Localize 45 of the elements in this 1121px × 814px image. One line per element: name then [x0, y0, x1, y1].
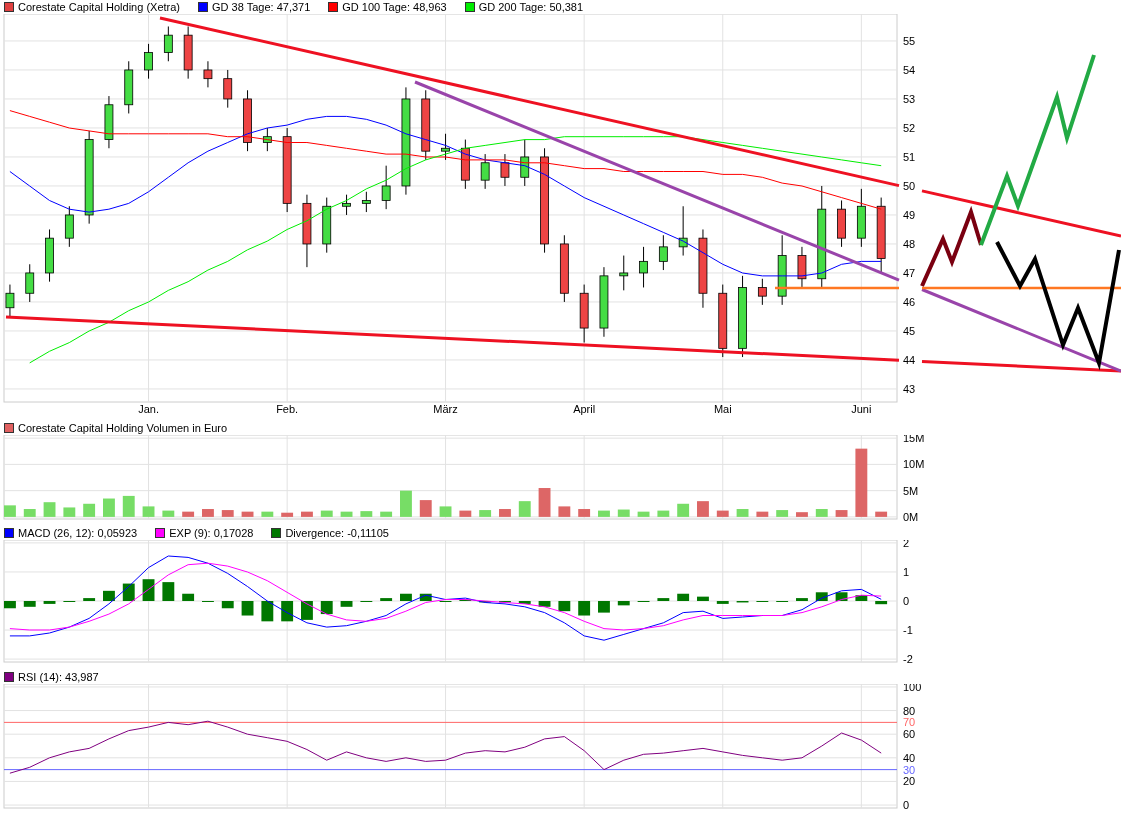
- axis-label: 43: [903, 382, 916, 395]
- axis-label: -2: [903, 653, 913, 666]
- legend-label: MACD (26, 12): 0,05923: [18, 527, 138, 539]
- axis-label: 0M: [903, 510, 919, 523]
- legend-label: GD 100 Tage: 48,963: [342, 1, 447, 13]
- axis-label: 80: [903, 704, 916, 717]
- legend-label: Corestate Capital Holding Volumen in Euro: [18, 422, 228, 434]
- axis-label: 1: [903, 565, 910, 578]
- threshold-label: 70: [903, 716, 916, 729]
- legend-label: EXP (9): 0,17028: [169, 527, 254, 539]
- threshold-label: 30: [903, 763, 916, 776]
- axis-label: April: [573, 403, 596, 415]
- axis-label: 5M: [903, 484, 919, 497]
- axis-label: Jan.: [138, 403, 159, 415]
- legend-label: GD 38 Tage: 47,371: [212, 1, 311, 13]
- axis-label: 55: [903, 34, 916, 47]
- axis-label: 47: [903, 266, 916, 279]
- axis-label: 45: [903, 324, 916, 337]
- axis-label: 100: [903, 684, 922, 693]
- axis-label: 60: [903, 728, 916, 741]
- legend-label: Corestate Capital Holding (Xetra): [18, 1, 181, 13]
- axis-label: 50: [903, 179, 916, 192]
- axis-label: -1: [903, 624, 913, 637]
- axis-label: 40: [903, 751, 916, 764]
- axis-label: 53: [903, 92, 916, 105]
- legend-label: GD 200 Tage: 50,381: [478, 1, 584, 13]
- axis-label: 2: [903, 540, 910, 549]
- axis-label: 52: [903, 121, 916, 134]
- axis-label: 44: [903, 353, 916, 366]
- axis-label: 0: [903, 595, 910, 607]
- axis-label: 15M: [903, 435, 925, 445]
- axis-label: 51: [903, 150, 916, 163]
- axis-label: 48: [903, 237, 916, 250]
- axis-label: Feb.: [276, 403, 299, 415]
- axis-label: 54: [903, 63, 916, 76]
- axis-label: März: [433, 403, 458, 415]
- axis-label: Juni: [851, 403, 872, 415]
- axis-label: Mai: [713, 403, 732, 415]
- axis-label: 46: [903, 295, 916, 308]
- axis-label: 10M: [903, 458, 925, 471]
- axis-label: 20: [903, 775, 916, 788]
- legend-label: Divergence: -0,11105: [285, 527, 389, 539]
- axis-label: 49: [903, 208, 916, 221]
- axis-label: 0: [903, 799, 910, 810]
- legend-label: RSI (14): 43,987: [18, 671, 99, 683]
